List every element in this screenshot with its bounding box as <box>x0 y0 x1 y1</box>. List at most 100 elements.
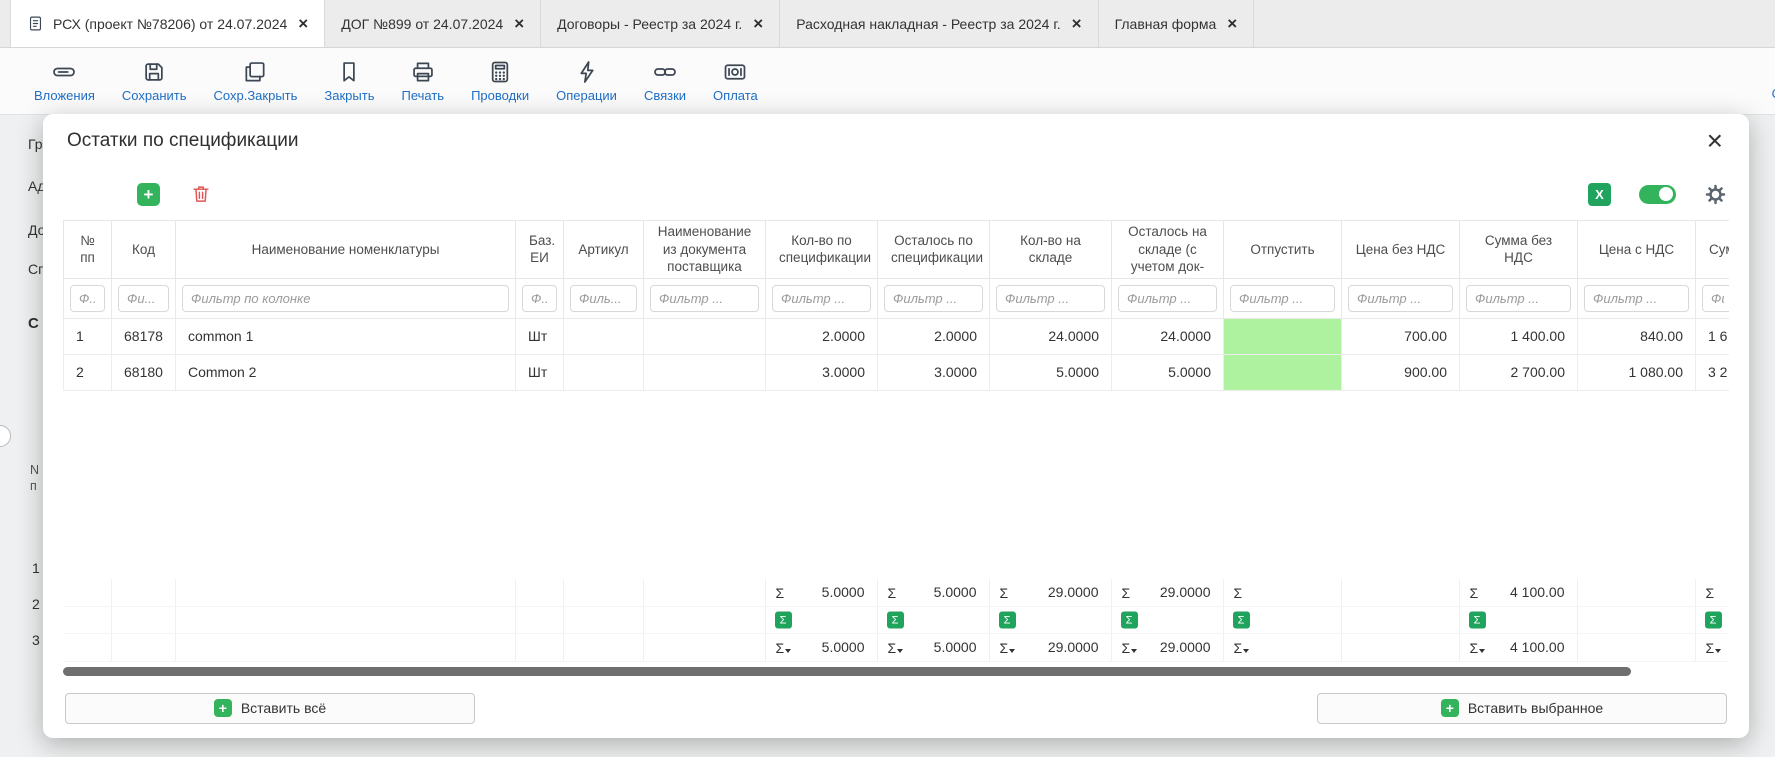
tab-1[interactable]: РСХ (проект №78206) от 24.07.2024× <box>10 0 325 47</box>
insert-selected-button[interactable]: + Вставить выбранное <box>1317 693 1727 724</box>
toolbar-item-print[interactable]: Печать <box>401 59 444 103</box>
filter-input-4[interactable] <box>570 285 637 312</box>
filter-input-6[interactable] <box>772 285 871 312</box>
insert-all-label: Вставить всё <box>241 700 326 716</box>
column-header-4[interactable]: Артикул <box>564 221 644 279</box>
tab-3[interactable]: Договоры - Реестр за 2024 г.× <box>541 0 780 47</box>
toolbar-item-save[interactable]: Сохранить <box>122 59 187 103</box>
tab-close-icon[interactable]: × <box>514 15 524 32</box>
sum-selector-icon[interactable]: Σ <box>1233 612 1250 629</box>
filter-input-14[interactable] <box>1702 285 1729 312</box>
table-row-2[interactable]: 268180Common 2Шт3.00003.00005.00005.0000… <box>64 354 1730 390</box>
sigma-icon: Σ <box>1706 585 1715 601</box>
filter-input-8[interactable] <box>996 285 1105 312</box>
insert-all-button[interactable]: + Вставить всё <box>65 693 475 724</box>
add-row-button[interactable]: + <box>137 183 160 206</box>
filter-cell <box>1224 278 1342 318</box>
filter-input-2[interactable] <box>182 285 509 312</box>
column-header-10[interactable]: Отпустить <box>1224 221 1342 279</box>
horizontal-scrollbar[interactable] <box>63 667 1631 676</box>
table-row-1[interactable]: 168178common 1Шт2.00002.000024.000024.00… <box>64 318 1730 354</box>
column-header-6[interactable]: Кол-во по спецификации <box>766 221 878 279</box>
column-header-0[interactable]: № пп <box>64 221 112 279</box>
filter-subscript-icon <box>1131 649 1137 653</box>
sum-selector-icon[interactable]: Σ <box>999 612 1016 629</box>
grid-table: № ппКодНаименование номенклатурыБаз. ЕИА… <box>63 220 1729 391</box>
sigma-icon: Σ <box>888 640 904 656</box>
filter-input-11[interactable] <box>1348 285 1453 312</box>
column-header-7[interactable]: Осталось по спецификации <box>878 221 990 279</box>
cell: 3 2 <box>1696 354 1730 390</box>
cell: common 1 <box>176 318 516 354</box>
grid-toolbar-left: + <box>137 183 212 206</box>
tab-close-icon[interactable]: × <box>753 15 763 32</box>
filter-toggle[interactable] <box>1639 185 1676 204</box>
column-header-14[interactable]: Сум <box>1696 221 1730 279</box>
toolbar-item-links[interactable]: Связки <box>644 59 686 103</box>
column-header-1[interactable]: Код <box>112 221 176 279</box>
column-header-12[interactable]: Сумма без НДС <box>1460 221 1578 279</box>
cell: 5.0000 <box>990 354 1112 390</box>
operations-icon <box>574 59 600 85</box>
sum-selector-icon[interactable]: Σ <box>1121 612 1138 629</box>
attachments-icon <box>51 59 77 85</box>
filter-subscript-icon <box>785 649 791 653</box>
sum-selector-icon[interactable]: Σ <box>775 612 792 629</box>
tab-4[interactable]: Расходная накладная - Реестр за 2024 г.× <box>780 0 1098 47</box>
cell: Common 2 <box>176 354 516 390</box>
release-qty-cell[interactable] <box>1224 318 1342 354</box>
total-cell <box>563 607 643 634</box>
filter-input-1[interactable] <box>118 285 169 312</box>
filter-input-5[interactable] <box>650 285 759 312</box>
grid-toolbar: + X <box>43 168 1749 220</box>
toolbar-item-attachments[interactable]: Вложения <box>34 59 95 103</box>
tab-label: Главная форма <box>1115 16 1217 32</box>
total-cell: Σ <box>1459 607 1577 634</box>
tab-2[interactable]: ДОГ №899 от 24.07.2024× <box>325 0 541 47</box>
tab-close-icon[interactable]: × <box>1072 15 1082 32</box>
toolbar-item-payment[interactable]: Оплата <box>713 59 758 103</box>
total-cell: Σ5.0000 <box>765 634 877 662</box>
settings-gear-icon[interactable] <box>1704 183 1727 206</box>
filter-input-3[interactable] <box>522 285 557 312</box>
toolbar-item-refresh[interactable]: Обн <box>1742 57 1775 101</box>
bg-row-number: 1 <box>32 560 40 576</box>
filter-cell <box>1342 278 1460 318</box>
delete-row-button[interactable] <box>190 183 212 205</box>
toolbar-item-label: Сохранить <box>122 88 187 103</box>
sum-selector-icon[interactable]: Σ <box>887 612 904 629</box>
total-cell: Σ <box>1223 579 1341 607</box>
column-header-13[interactable]: Цена с НДС <box>1578 221 1696 279</box>
cell: 68180 <box>112 354 176 390</box>
panel-collapse-button[interactable] <box>0 425 11 447</box>
filter-input-12[interactable] <box>1466 285 1571 312</box>
grid-wrap: № ппКодНаименование номенклатурыБаз. ЕИА… <box>43 220 1749 678</box>
filter-input-0[interactable] <box>70 285 105 312</box>
bg-row-number: 3 <box>32 632 40 648</box>
cell: Шт <box>516 354 564 390</box>
filter-input-13[interactable] <box>1584 285 1689 312</box>
release-qty-cell[interactable] <box>1224 354 1342 390</box>
sum-selector-icon[interactable]: Σ <box>1469 612 1486 629</box>
toolbar-item-postings[interactable]: Проводки <box>471 59 529 103</box>
column-header-2[interactable]: Наименование номенклатуры <box>176 221 516 279</box>
cell: 900.00 <box>1342 354 1460 390</box>
column-header-5[interactable]: Наименование из документа поставщика <box>644 221 766 279</box>
filter-input-9[interactable] <box>1118 285 1217 312</box>
toolbar-item-operations[interactable]: Операции <box>556 59 617 103</box>
column-header-11[interactable]: Цена без НДС <box>1342 221 1460 279</box>
tab-close-icon[interactable]: × <box>298 15 308 32</box>
toolbar-item-save-close[interactable]: Сохр.Закрыть <box>214 59 298 103</box>
column-header-9[interactable]: Осталось на складе (с учетом док- <box>1112 221 1224 279</box>
filter-input-7[interactable] <box>884 285 983 312</box>
toolbar-item-close-doc[interactable]: Закрыть <box>324 59 374 103</box>
excel-export-button[interactable]: X <box>1588 183 1611 206</box>
column-header-3[interactable]: Баз. ЕИ <box>516 221 564 279</box>
close-icon[interactable]: × <box>1707 127 1723 155</box>
column-header-8[interactable]: Кол-во на складе <box>990 221 1112 279</box>
sum-selector-icon[interactable]: Σ <box>1705 612 1722 629</box>
tab-5[interactable]: Главная форма × <box>1099 0 1255 47</box>
filter-cell <box>176 278 516 318</box>
filter-input-10[interactable] <box>1230 285 1335 312</box>
tab-close-icon[interactable]: × <box>1227 15 1237 32</box>
